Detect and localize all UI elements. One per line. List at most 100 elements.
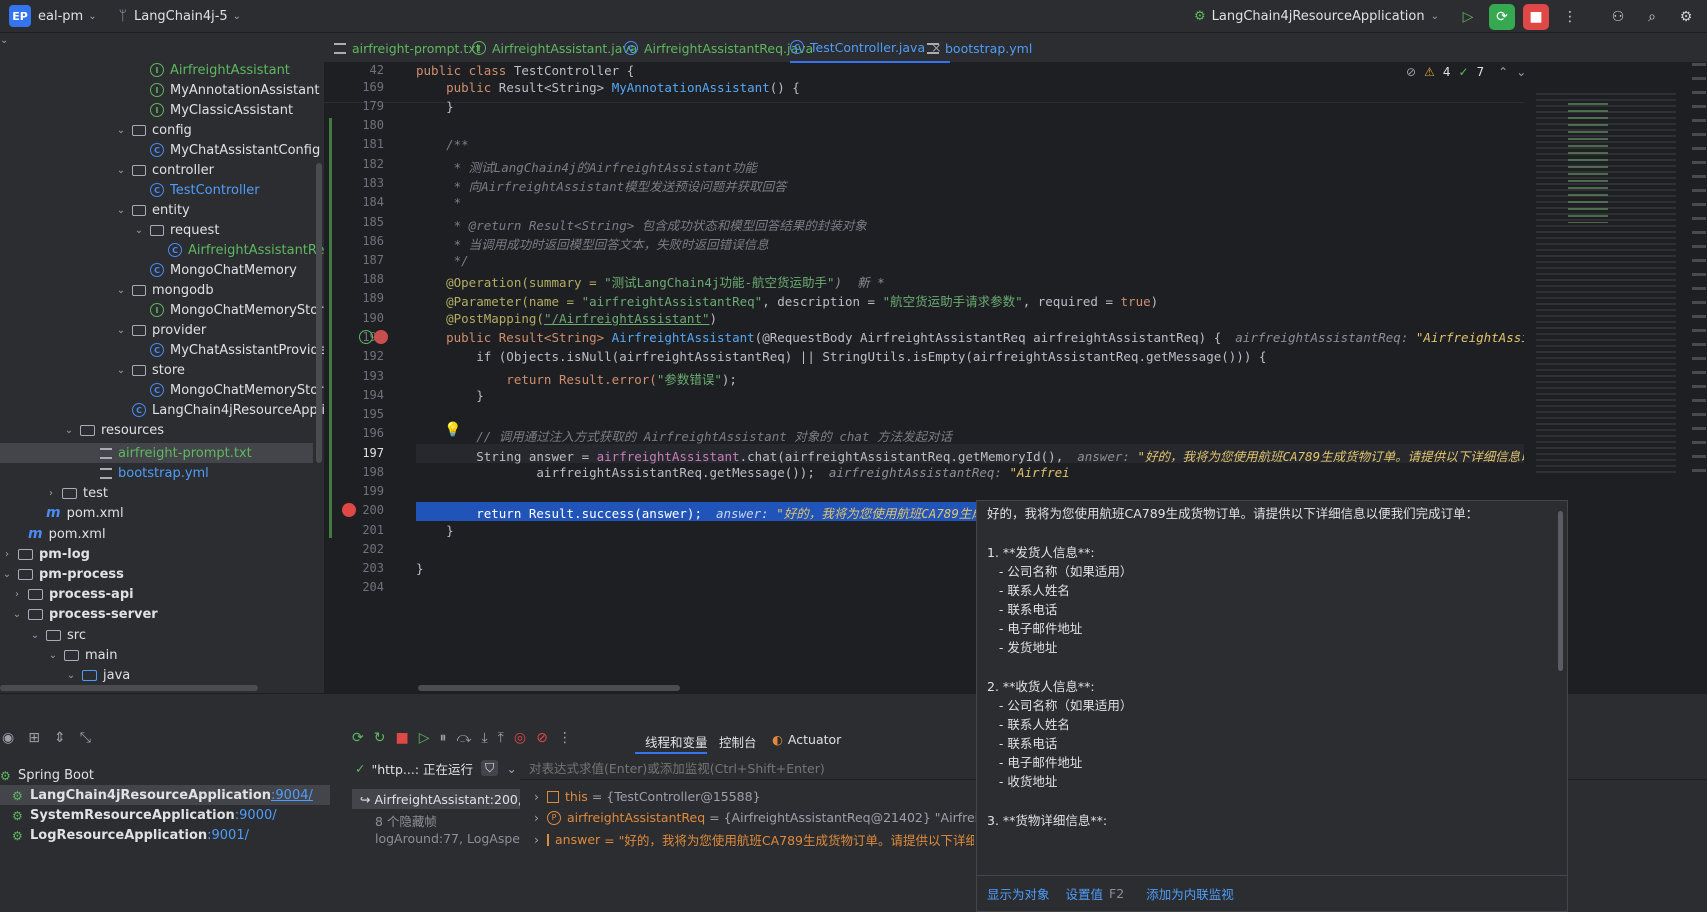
chevron-down-icon[interactable]: ⌄ <box>0 569 14 580</box>
tree-item[interactable]: ⌄ entity <box>114 200 190 220</box>
chevron-down-icon[interactable]: ⌄ <box>28 630 42 641</box>
tree-item[interactable]: ⌄ resources <box>62 420 164 440</box>
expand-all-icon[interactable]: ⇕ <box>54 730 66 746</box>
restart-icon[interactable]: ↻ <box>374 730 386 746</box>
settings-icon[interactable]: ⚙ <box>1673 4 1699 30</box>
tab-threads-variables[interactable]: 线程和变量 <box>645 732 708 751</box>
tab-airfreight-assistant-req[interactable]: C AirfreightAssistantReq.java <box>624 33 813 63</box>
inspection-widget[interactable]: ⊘ ⚠ 4 ✓ 7 ⌃ ⌄ <box>1406 65 1524 79</box>
run-icon[interactable]: ▷ <box>1455 4 1481 30</box>
editor-hscrollbar[interactable] <box>418 685 680 691</box>
chevron-down-icon[interactable]: ⌄ <box>114 325 128 336</box>
chevron-down-icon[interactable]: ⌄ <box>114 365 128 376</box>
chevron-up-icon[interactable]: ⌃ <box>1498 65 1508 79</box>
chevron-down-icon[interactable]: ⌄ <box>10 609 24 620</box>
tree-item[interactable]: › test <box>44 483 108 503</box>
tree-item[interactable]: ⌄ store <box>114 360 185 380</box>
project-badge[interactable]: EP <box>9 5 31 27</box>
add-service-icon[interactable]: ⊞ <box>28 730 40 746</box>
resume-icon[interactable]: ▷ <box>419 730 430 746</box>
variable-row[interactable]: › this = {TestController@15588} <box>534 789 761 804</box>
chevron-down-icon[interactable]: ⌄ <box>114 285 128 296</box>
tree-item[interactable]: ⌄ request <box>132 220 220 240</box>
tree-item[interactable]: › process-api <box>10 584 134 604</box>
tab-airfreight-assistant[interactable]: I AirfreightAssistant.java <box>472 33 637 63</box>
tree-item[interactable]: I MyClassicAssistant <box>150 100 293 120</box>
tree-item[interactable]: bootstrap.yml <box>100 463 209 483</box>
view-breakpoints-icon[interactable]: ◎ <box>514 730 526 746</box>
service-port-link[interactable]: :9001/ <box>207 828 249 843</box>
tree-item[interactable]: C MyChatAssistantConfig <box>150 140 320 160</box>
tree-item[interactable]: ⌄ java <box>64 665 130 685</box>
tree-item[interactable]: I MongoChatMemoryStoreRep <box>150 300 324 320</box>
debug-icon[interactable]: ⟳ <box>1489 3 1515 30</box>
tree-scrollbar[interactable] <box>316 163 322 463</box>
hidden-frames-label[interactable]: 8 个隐藏帧 <box>375 811 437 830</box>
tree-item[interactable]: ⌄ src <box>28 625 86 645</box>
add-user-icon[interactable]: ⚇ <box>1605 4 1631 30</box>
service-port-link[interactable]: :9004/ <box>271 788 313 803</box>
service-port-link[interactable]: :9000/ <box>235 808 277 823</box>
chevron-down-icon[interactable]: ⌄ <box>114 125 128 136</box>
spring-boot-group[interactable]: ⚙ Spring Boot <box>0 765 94 785</box>
chevron-right-icon[interactable]: › <box>44 488 58 499</box>
chevron-right-icon[interactable]: › <box>10 589 24 600</box>
run-config-selector[interactable]: ⚙ LangChain4jResourceApplication ⌄ <box>1194 9 1439 24</box>
tree-item[interactable]: ⌄ mongodb <box>114 280 214 300</box>
search-icon[interactable]: ⌕ <box>1639 4 1665 30</box>
breakpoint-icon[interactable] <box>342 503 356 517</box>
mute-breakpoints-icon[interactable]: ⊘ <box>536 730 548 746</box>
tree-item[interactable]: C MyChatAssistantProvider <box>150 340 324 360</box>
variable-row[interactable]: › answer = "好的，我将为您使用航班CA789生成货物订单。请提供以下详细… <box>534 830 974 849</box>
step-into-icon[interactable]: ⤓ <box>481 730 487 746</box>
tree-item[interactable]: C MongoChatMemory <box>150 260 297 280</box>
step-out-icon[interactable]: ⤒ <box>498 730 504 746</box>
frame-label[interactable]: logAround:77, LogAspect <box>375 831 520 846</box>
chevron-down-icon[interactable]: ⌄ <box>114 165 128 176</box>
vcs-change-marker[interactable] <box>329 118 332 538</box>
chevron-right-icon[interactable]: › <box>534 789 539 804</box>
tree-item[interactable]: ⌄ pm-process <box>0 564 124 584</box>
add-inline-watch-link[interactable]: 添加为内联监视 <box>1146 884 1234 903</box>
tree-item[interactable]: m pom.xml <box>46 503 124 523</box>
more-icon[interactable]: ⋮ <box>1557 4 1583 30</box>
eye-off-icon[interactable]: ⊘ <box>1406 65 1416 79</box>
tree-item[interactable]: C LangChain4jResourceApplication <box>132 400 324 420</box>
branch-name[interactable]: LangChain4j-5 <box>134 9 228 24</box>
tree-item[interactable]: I AirfreightAssistant <box>150 60 290 80</box>
chevron-right-icon[interactable]: › <box>534 832 539 847</box>
tab-actuator[interactable]: ◐ Actuator <box>772 732 841 747</box>
chevron-down-icon[interactable]: ⌄ <box>1516 65 1524 79</box>
evaluate-expression-input[interactable] <box>520 756 960 780</box>
tree-item[interactable]: C TestController <box>150 180 260 200</box>
stop-icon[interactable]: ■ <box>1523 3 1549 30</box>
implementation-gutter-icon[interactable] <box>359 330 373 344</box>
popup-scrollbar[interactable] <box>1558 511 1563 671</box>
tab-airfreight-prompt[interactable]: airfreight-prompt.txt <box>334 33 481 63</box>
chevron-down-icon[interactable]: ⌄ <box>506 761 516 776</box>
collapse-all-icon[interactable]: ⤡ <box>80 730 91 746</box>
tree-item[interactable]: ⌄ process-server <box>10 604 158 624</box>
tree-item[interactable]: m pom.xml <box>28 524 106 544</box>
chevron-down-icon[interactable]: ⌄ <box>88 11 96 22</box>
step-over-icon[interactable]: ⤼ <box>456 730 471 746</box>
service-item[interactable]: ⚙ SystemResourceApplication:9000/ <box>12 805 277 825</box>
tree-hscrollbar[interactable] <box>0 685 258 691</box>
tree-item[interactable]: ⌄ controller <box>114 160 214 180</box>
thread-selector[interactable]: ✓ "http...: 正在运行 ⛉ ⌄ <box>345 756 520 780</box>
show-as-object-link[interactable]: 显示为对象 <box>987 884 1050 903</box>
tab-test-controller[interactable]: C TestController.java × <box>790 33 950 63</box>
rerun-icon[interactable]: ⟳ <box>352 730 364 746</box>
chevron-down-icon[interactable]: ⌄ <box>64 670 78 681</box>
value-tooltip-popup[interactable]: 好的，我将为您使用航班CA789生成货物订单。请提供以下详细信息以便我们完成订单… <box>976 500 1568 912</box>
pause-icon[interactable]: ⏸ <box>439 730 446 746</box>
chevron-right-icon[interactable]: › <box>0 549 14 560</box>
project-name[interactable]: eal-pm <box>38 9 83 24</box>
chevron-down-icon[interactable]: ⌄ <box>46 650 60 661</box>
filter-icon[interactable]: ⛉ <box>481 760 499 776</box>
chevron-right-icon[interactable]: › <box>534 810 539 825</box>
tree-item[interactable]: ⌄ main <box>46 645 118 665</box>
tree-item[interactable]: I MyAnnotationAssistant <box>150 80 319 100</box>
tree-item[interactable]: C AirfreightAssistantReq <box>168 240 324 260</box>
breakpoint-method-icon[interactable] <box>374 330 388 344</box>
